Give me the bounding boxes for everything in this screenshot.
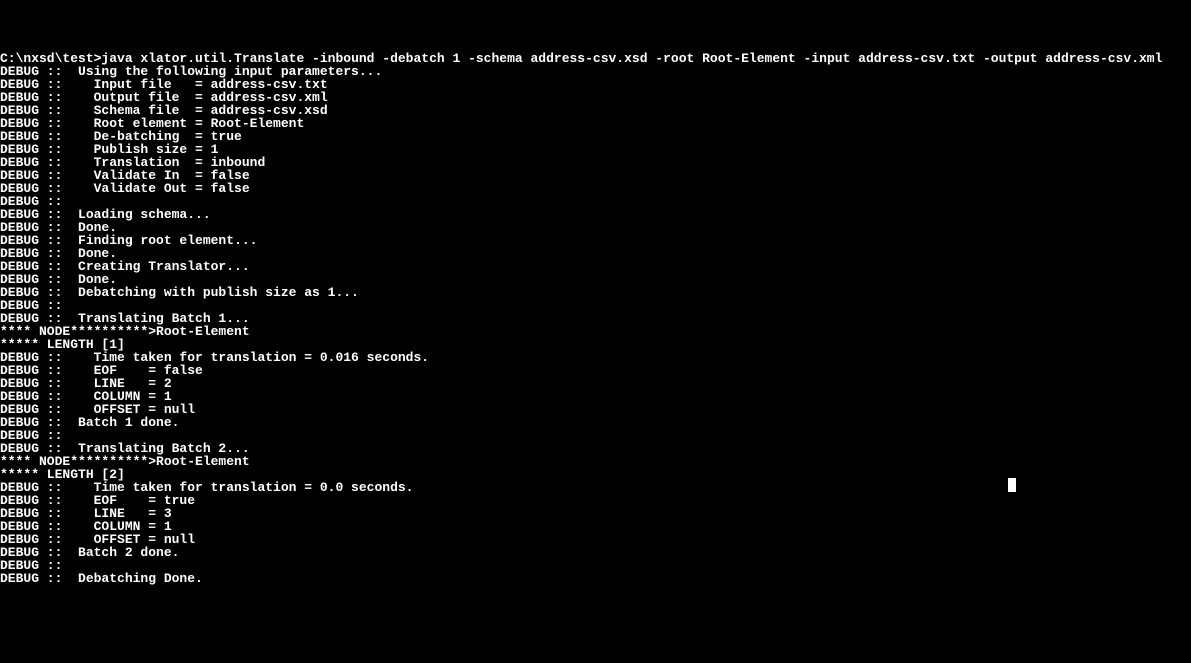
terminal-window[interactable]: C:\nxsd\test>java xlator.util.Translate … [0,52,1191,585]
output-line: DEBUG :: Debatching Done. [0,571,203,586]
terminal-cursor [1008,478,1016,492]
